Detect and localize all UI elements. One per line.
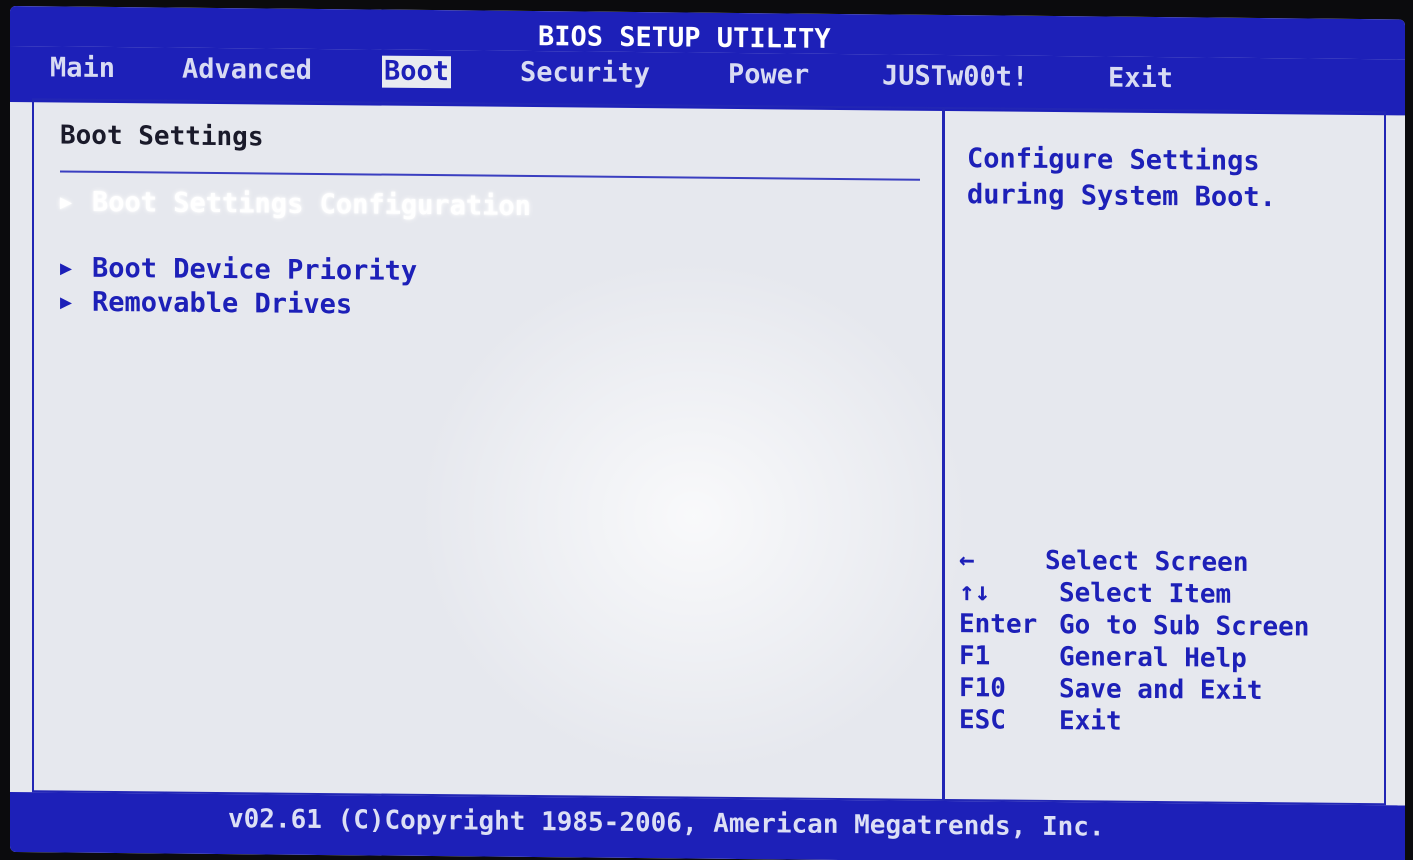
tab-boot[interactable]: Boot (382, 55, 452, 89)
app-title: BIOS SETUP UTILITY (538, 21, 831, 55)
key-row: ↑↓ Select Item (959, 577, 1379, 613)
tab-power[interactable]: Power (726, 59, 811, 92)
key-row: ← Select Screen (959, 545, 1379, 581)
menu-item-label: Boot Settings Configuration (92, 186, 531, 223)
key-description: Save and Exit (1059, 674, 1263, 707)
key-name: F1 (959, 641, 991, 672)
key-description: Exit (1059, 706, 1122, 737)
key-description: Select Item (1059, 578, 1232, 610)
left-arrow-key-icon: ← (959, 545, 975, 576)
tab-security[interactable]: Security (518, 57, 652, 90)
key-name: F10 (959, 673, 1006, 704)
key-row: Enter Go to Sub Screen (959, 609, 1379, 645)
right-triangle-icon: ▶ (60, 255, 73, 280)
menu-item-removable-drives[interactable]: ▶ Removable Drives (60, 286, 352, 320)
menu-item-boot-device-priority[interactable]: ▶ Boot Device Priority (60, 252, 418, 287)
menu-item-label: Removable Drives (92, 286, 353, 321)
right-triangle-icon: ▶ (60, 289, 73, 314)
right-triangle-icon: ▶ (60, 189, 73, 214)
menu-item-boot-settings-configuration[interactable]: ▶ Boot Settings Configuration (60, 186, 531, 222)
bios-screen: BIOS SETUP UTILITY Main Advanced Boot Se… (10, 6, 1405, 860)
content-frame: Boot Settings ▶ Boot Settings Configurati… (32, 98, 1386, 806)
key-name: ESC (959, 705, 1006, 736)
help-text: Configure Settings during System Boot. (967, 143, 1276, 214)
section-heading: Boot Settings (60, 120, 264, 153)
key-row: ESC Exit (959, 705, 1379, 741)
key-description: General Help (1059, 642, 1247, 674)
key-description: Go to Sub Screen (1059, 610, 1310, 643)
tab-justw00t[interactable]: JUSTw00t! (880, 60, 1030, 93)
key-legend: ← Select Screen ↑↓ Select Item Enter Go … (959, 545, 1379, 741)
copyright-text: v02.61 (C)Copyright 1985-2006, American … (228, 804, 1105, 843)
key-row: F1 General Help (959, 641, 1379, 677)
up-down-arrow-key-icon: ↑↓ (959, 577, 991, 608)
menu-item-label: Boot Device Priority (92, 252, 418, 287)
tab-exit[interactable]: Exit (1106, 63, 1175, 96)
key-description: Select Screen (1045, 545, 1249, 578)
key-name: Enter (959, 609, 1038, 640)
help-pane: Configure Settings during System Boot. ←… (942, 108, 1385, 804)
tab-main[interactable]: Main (48, 52, 117, 85)
key-row: F10 Save and Exit (959, 673, 1379, 709)
settings-pane: Boot Settings ▶ Boot Settings Configurati… (34, 100, 940, 799)
tab-advanced[interactable]: Advanced (180, 54, 314, 87)
heading-divider (60, 170, 920, 181)
